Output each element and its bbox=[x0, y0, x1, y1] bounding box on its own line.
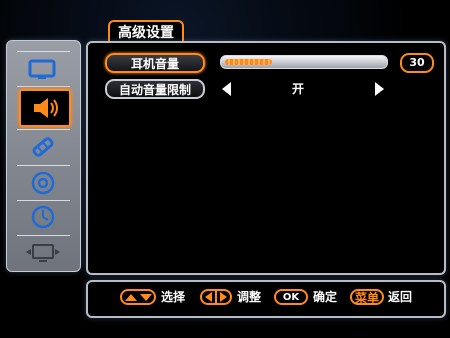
right-arrow-icon[interactable] bbox=[375, 82, 384, 96]
settings-disc-icon bbox=[31, 171, 55, 195]
slider-fill bbox=[225, 59, 272, 65]
auto-volume-limit-label[interactable]: 自动音量限制 bbox=[105, 79, 205, 99]
down-arrow-icon bbox=[139, 293, 152, 301]
sidebar-item-time[interactable] bbox=[19, 203, 67, 231]
back-hint: 返回 bbox=[388, 290, 413, 304]
menu-key-label: 菜单 bbox=[354, 290, 379, 305]
speaker-sound-icon bbox=[34, 98, 58, 118]
ok-key-label: OK bbox=[282, 291, 300, 303]
up-down-key-icon bbox=[120, 289, 156, 305]
right-arrow-icon bbox=[220, 292, 227, 302]
headphone-volume-label[interactable]: 耳机音量 bbox=[105, 53, 205, 73]
settings-panel bbox=[86, 41, 446, 275]
sidebar-divider bbox=[17, 165, 70, 166]
left-arrow-icon bbox=[205, 292, 212, 302]
headphone-volume-value: 30 bbox=[400, 53, 434, 73]
sidebar-divider bbox=[17, 129, 70, 130]
up-arrow-icon bbox=[124, 293, 137, 301]
confirm-hint: 确定 bbox=[313, 290, 338, 304]
left-arrow-icon[interactable] bbox=[222, 82, 231, 96]
left-right-key-icon bbox=[200, 289, 232, 305]
ok-key: OK bbox=[274, 289, 308, 305]
menu-key: 菜单 bbox=[350, 289, 384, 305]
satellite-channel-icon bbox=[32, 137, 54, 157]
divider-bar bbox=[215, 291, 217, 303]
sidebar-divider bbox=[17, 86, 70, 87]
select-hint: 选择 bbox=[161, 290, 186, 304]
sidebar-divider bbox=[17, 51, 70, 52]
adjust-hint: 调整 bbox=[237, 290, 262, 304]
auto-volume-limit-value: 开 bbox=[292, 82, 305, 96]
sidebar-item-setup[interactable] bbox=[19, 169, 67, 197]
sidebar-item-channel[interactable] bbox=[19, 133, 67, 161]
sidebar-divider bbox=[17, 235, 70, 236]
tv-picture-icon bbox=[28, 59, 56, 79]
sidebar-divider bbox=[17, 200, 70, 201]
headphone-volume-slider[interactable] bbox=[220, 55, 388, 69]
clock-timer-icon bbox=[31, 205, 55, 229]
sidebar-item-source[interactable] bbox=[19, 238, 67, 266]
input-source-icon bbox=[26, 244, 60, 262]
sidebar-item-sound[interactable] bbox=[19, 89, 71, 127]
sidebar-item-picture[interactable] bbox=[19, 55, 67, 83]
sidebar-menu bbox=[6, 40, 81, 272]
